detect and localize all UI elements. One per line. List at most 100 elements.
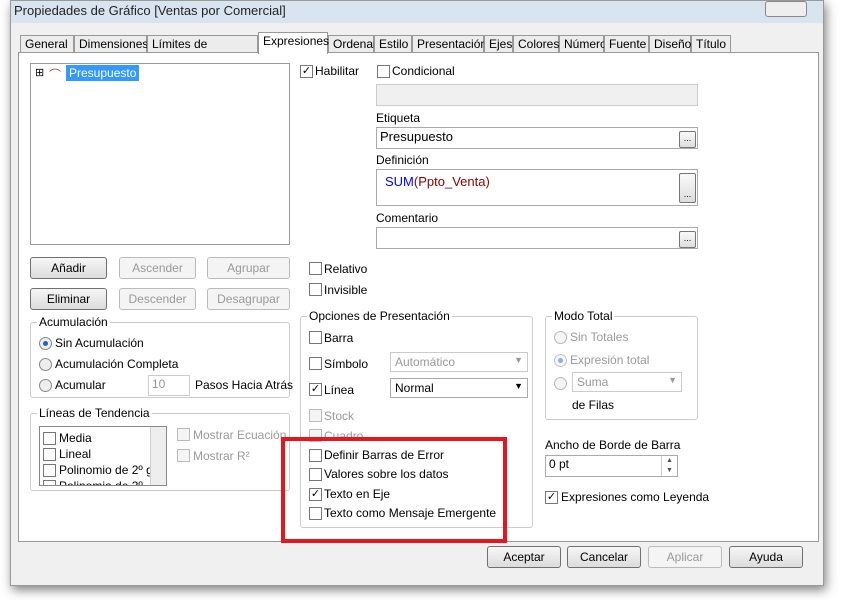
trendline-item[interactable]: Polinomio de 3º: [43, 479, 143, 485]
tab-número[interactable]: Número: [559, 35, 607, 53]
definition-argument: (Ppto_Venta): [413, 174, 490, 189]
radio-no-totals[interactable]: [554, 331, 567, 344]
scrollbar[interactable]: [150, 427, 166, 485]
accumulation-group: Acumulación Sin Acumulación Acumulación …: [30, 315, 294, 398]
trendline-label: Media: [59, 431, 92, 445]
radio-full-accumulation[interactable]: [39, 358, 52, 371]
bar-label: Barra: [324, 331, 354, 345]
show-equation-checkbox[interactable]: [177, 428, 190, 441]
accumulation-title: Acumulación: [37, 315, 110, 329]
comment-input[interactable]: [376, 227, 698, 249]
sum-value: Suma: [577, 375, 609, 389]
label-value: Presupuesto: [380, 129, 453, 144]
delete-button[interactable]: Eliminar: [30, 288, 107, 310]
legend-checkbox[interactable]: ✓: [545, 491, 558, 504]
symbol-select[interactable]: Automático ▼: [390, 352, 528, 372]
tab-estilo[interactable]: Estilo: [374, 35, 412, 53]
label-title: Etiqueta: [376, 111, 421, 125]
tab-ordenar[interactable]: Ordenar: [328, 35, 377, 53]
chevron-down-icon: ▼: [514, 381, 523, 391]
accept-button[interactable]: Aceptar: [487, 546, 561, 568]
trendline-item[interactable]: Lineal: [43, 447, 92, 462]
condition-input[interactable]: [376, 84, 698, 106]
radio-total-expression[interactable]: [554, 354, 567, 367]
no-accumulation-label: Sin Acumulación: [55, 336, 144, 350]
line-checkbox[interactable]: ✓: [309, 383, 322, 396]
trendlines-group: Líneas de Tendencia Media Lineal Polinomio…: [30, 406, 290, 491]
bar-border-input[interactable]: 0 pt ▲ ▼: [545, 455, 678, 477]
expression-tree[interactable]: ⊞ ⌒ Presupuesto: [30, 63, 290, 245]
definition-title: Definición: [376, 153, 429, 167]
total-mode-title: Modo Total: [552, 309, 615, 323]
chevron-down-icon: ▼: [668, 375, 677, 385]
relative-checkbox[interactable]: [309, 262, 322, 275]
label-edit-button[interactable]: ...: [679, 131, 696, 148]
steps-stepper[interactable]: 10: [148, 375, 190, 396]
trendline-item[interactable]: Polinomio de 2º gra: [43, 463, 163, 478]
cancel-button[interactable]: Cancelar: [567, 546, 641, 568]
invisible-checkbox[interactable]: [309, 283, 322, 296]
trendline-item[interactable]: Media: [43, 431, 92, 446]
tab-general[interactable]: General: [20, 35, 74, 53]
sum-select[interactable]: Suma ▼: [572, 372, 682, 392]
relative-label: Relativo: [324, 262, 368, 276]
definition-edit-button[interactable]: ...: [679, 173, 696, 203]
tree-item-presupuesto[interactable]: Presupuesto: [66, 65, 140, 81]
add-button[interactable]: Añadir: [30, 257, 107, 279]
tab-presentación[interactable]: Presentación: [412, 35, 487, 53]
radio-sum[interactable]: [554, 377, 567, 390]
radio-no-accumulation[interactable]: [39, 337, 52, 350]
total-expression-label: Expresión total: [570, 353, 650, 367]
tab-colores[interactable]: Colores: [513, 35, 559, 53]
stock-checkbox[interactable]: [309, 409, 322, 422]
trendlines-list[interactable]: Media Lineal Polinomio de 2º gra Polinomio …: [39, 426, 167, 486]
help-button[interactable]: Ayuda: [729, 546, 803, 568]
line-label: Línea: [324, 383, 355, 397]
stock-label: Stock: [324, 409, 355, 423]
chevron-down-icon: ▼: [514, 355, 523, 365]
tab-límites-de-dimensión[interactable]: Límites de Dimensión: [147, 35, 258, 68]
definition-function: SUM: [385, 174, 414, 189]
radio-accumulate[interactable]: [39, 379, 52, 392]
comment-edit-button[interactable]: ...: [679, 231, 696, 248]
tab-dimensiones[interactable]: Dimensiones: [74, 35, 148, 53]
descend-button[interactable]: Descender: [119, 288, 196, 310]
highlight-box: [281, 437, 507, 543]
steps-label: Pasos Hacia Atrás: [195, 378, 294, 392]
ungroup-button[interactable]: Desagrupar: [207, 288, 290, 310]
enable-checkbox[interactable]: ✓: [300, 65, 313, 78]
line-chart-icon: ⌒: [49, 68, 62, 82]
tab-fuente[interactable]: Fuente: [604, 35, 649, 53]
tab-ejes[interactable]: Ejes: [484, 35, 513, 53]
show-equation-label: Mostrar Ecuación: [193, 428, 287, 442]
total-mode-group: Modo Total Sin Totales Expresión total S…: [545, 309, 698, 420]
group-button[interactable]: Agrupar: [207, 257, 290, 279]
comment-title: Comentario: [376, 211, 439, 225]
bar-checkbox[interactable]: [309, 331, 322, 344]
tab-título[interactable]: Título: [691, 35, 731, 53]
ascend-button[interactable]: Ascender: [119, 257, 196, 279]
enable-label: Habilitar: [315, 64, 360, 78]
symbol-value: Automático: [395, 355, 456, 369]
apply-button[interactable]: Aplicar: [648, 546, 722, 568]
trendline-label: Lineal: [59, 447, 92, 461]
tab-expresiones[interactable]: Expresiones: [258, 32, 329, 54]
trendline-checkbox[interactable]: [43, 464, 56, 478]
accumulate-label: Acumular: [55, 378, 106, 392]
tab-diseño[interactable]: Diseño: [649, 35, 691, 53]
title-bar: Propiedades de Gráfico [Ventas por Comer…: [11, 1, 823, 23]
label-input[interactable]: Presupuesto: [376, 127, 698, 149]
close-button[interactable]: [765, 1, 807, 17]
definition-input[interactable]: SUM(Ppto_Venta): [376, 169, 698, 206]
trendline-checkbox[interactable]: [43, 448, 56, 462]
symbol-checkbox[interactable]: [309, 357, 322, 370]
show-r2-checkbox[interactable]: [177, 449, 190, 462]
trendline-checkbox[interactable]: [43, 480, 56, 485]
stepper-arrows-icon[interactable]: ▲ ▼: [661, 456, 677, 476]
conditional-checkbox[interactable]: [377, 65, 390, 78]
line-select[interactable]: Normal ▼: [390, 378, 528, 398]
invisible-label: Invisible: [324, 283, 368, 297]
trendline-checkbox[interactable]: [43, 432, 56, 446]
expand-icon[interactable]: ⊞: [35, 66, 44, 79]
no-totals-label: Sin Totales: [570, 330, 629, 344]
